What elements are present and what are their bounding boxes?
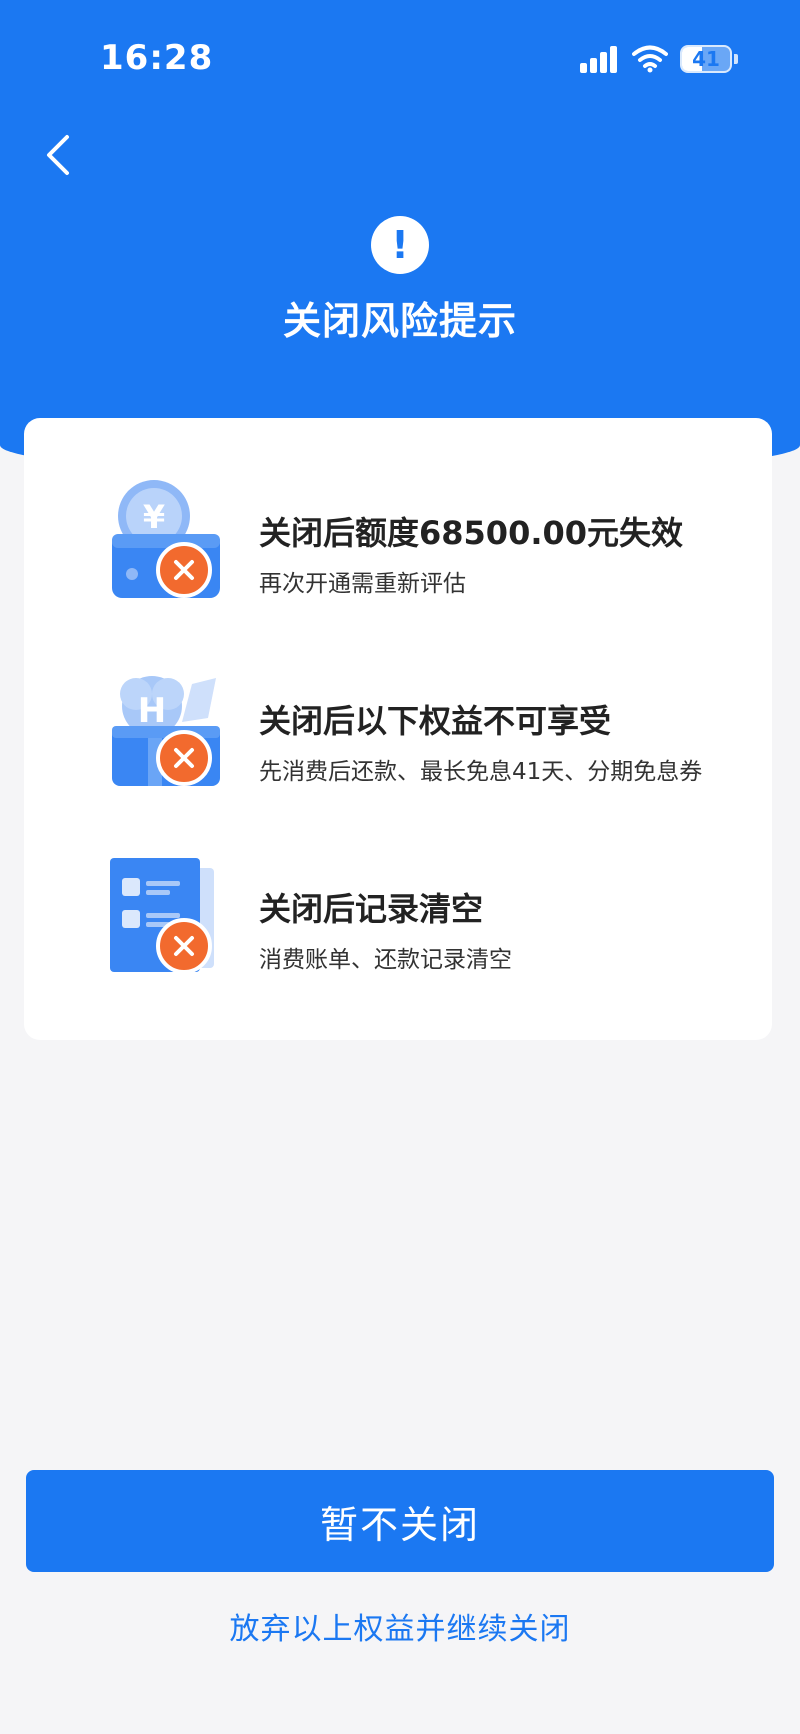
back-button[interactable] (28, 125, 88, 185)
status-icons: 41 (580, 44, 738, 74)
wifi-icon (632, 45, 668, 73)
risk-item-title: 关闭后额度68500.00元失效 (259, 514, 684, 552)
warning-glyph: ! (391, 223, 409, 267)
close-x-icon (156, 542, 212, 598)
status-bar: 16:28 41 (0, 0, 800, 110)
battery-tip (734, 54, 738, 64)
exclamation-circle-icon: ! (371, 216, 429, 274)
battery-level: 41 (692, 47, 720, 71)
page-title: 关闭风险提示 (282, 299, 517, 343)
status-time: 16:28 (100, 38, 214, 78)
confirm-close-link[interactable]: 放弃以上权益并继续关闭 (0, 1604, 800, 1648)
close-x-icon (156, 918, 212, 974)
battery-icon: 41 (680, 45, 732, 73)
risk-card: ¥ 关闭后额度68500.00元失效 再次开通需重新评估 H 关闭后以下权益不可… (24, 418, 772, 1040)
keep-open-button[interactable]: 暂不关闭 (26, 1470, 774, 1572)
risk-item-records: 关闭后记录清空 消费账单、还款记录清空 (24, 854, 772, 1004)
close-x-icon (156, 730, 212, 786)
risk-item-subtitle: 先消费后还款、最长免息41天、分期免息券 (259, 759, 703, 785)
risk-item-title: 关闭后记录清空 (259, 890, 484, 928)
risk-item-subtitle: 再次开通需重新评估 (259, 571, 466, 597)
svg-text:¥: ¥ (143, 498, 165, 536)
risk-item-credit-limit: ¥ 关闭后额度68500.00元失效 再次开通需重新评估 (24, 478, 772, 628)
svg-text:H: H (138, 691, 166, 731)
risk-item-subtitle: 消费账单、还款记录清空 (259, 947, 512, 973)
risk-item-benefits: H 关闭后以下权益不可享受 先消费后还款、最长免息41天、分期免息券 (24, 666, 772, 816)
chevron-left-icon (47, 135, 69, 175)
risk-item-title: 关闭后以下权益不可享受 (259, 702, 612, 740)
signal-icon (580, 45, 620, 73)
